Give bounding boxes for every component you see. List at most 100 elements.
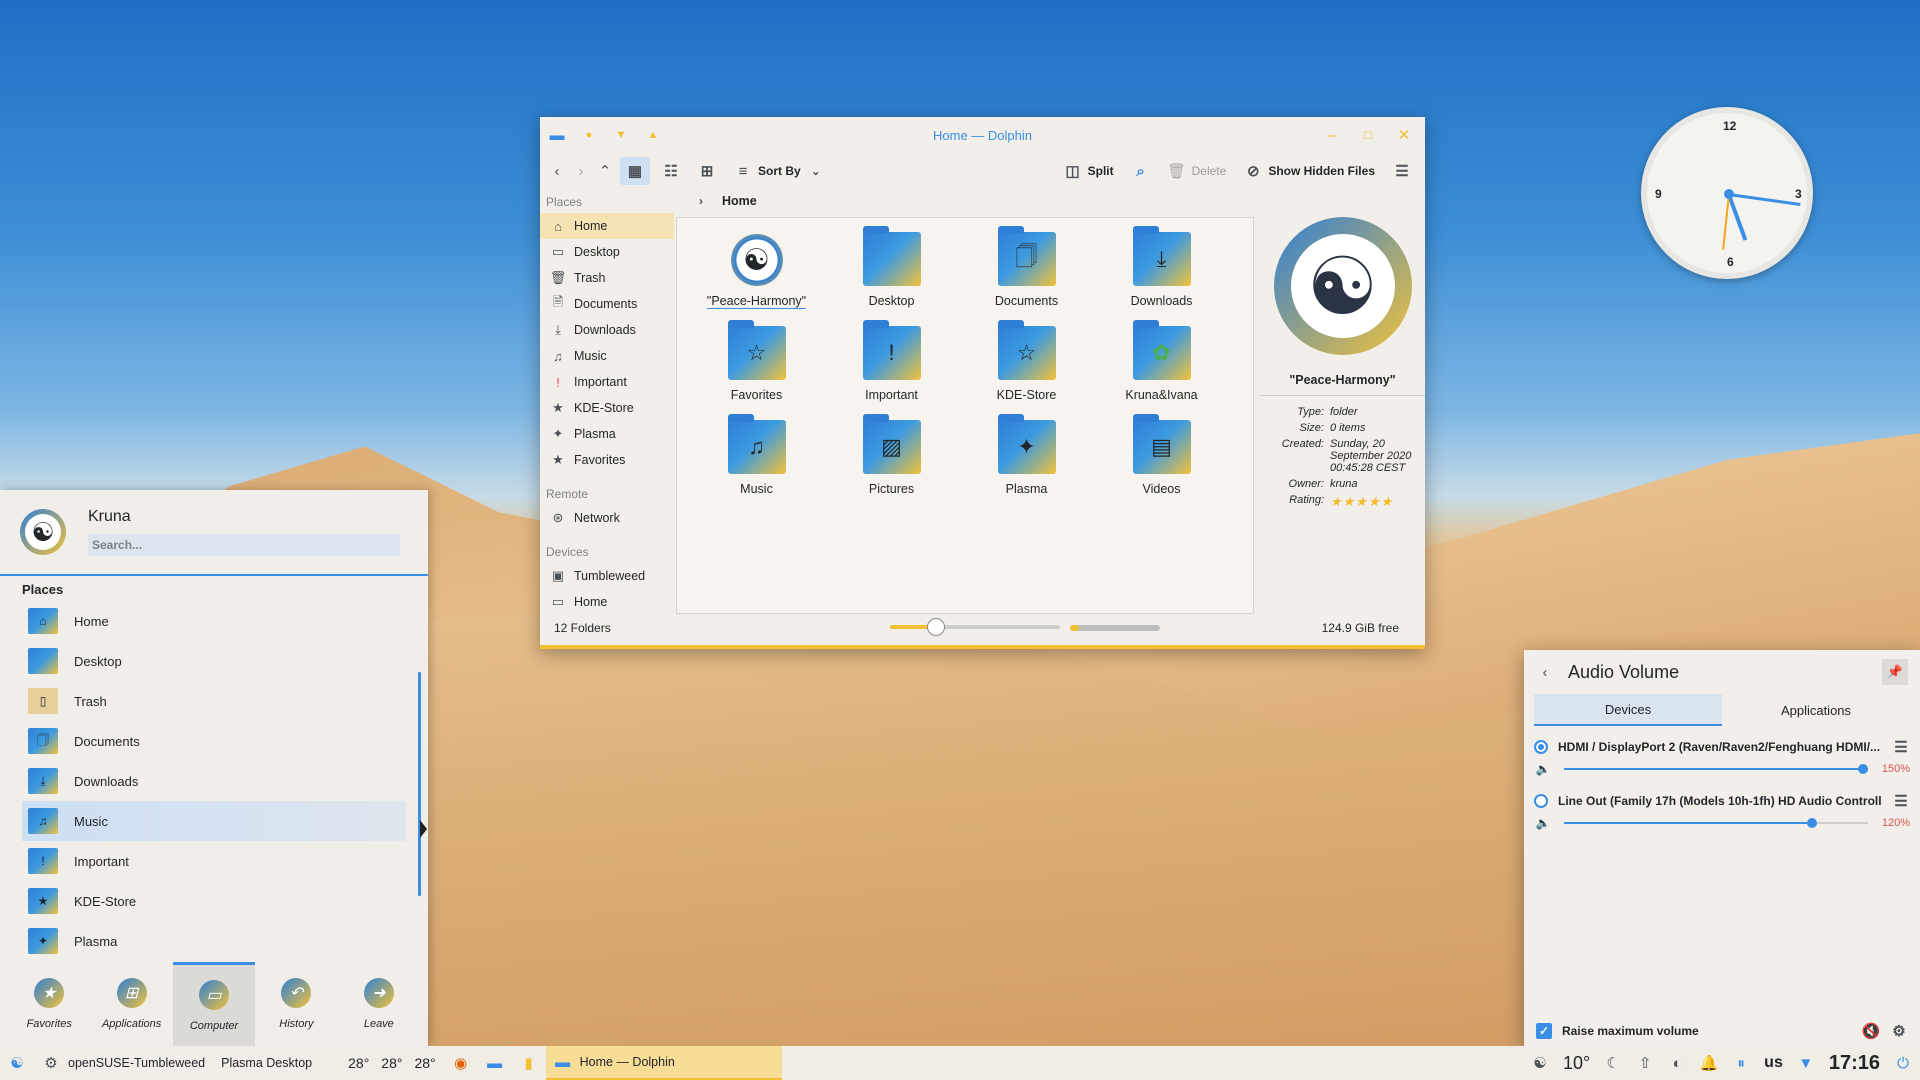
night-color-icon[interactable]: ☾ [1604, 1054, 1622, 1072]
firefox-launcher[interactable]: ◉ [444, 1046, 478, 1080]
breadcrumb[interactable]: › Home [680, 189, 757, 213]
rating-stars[interactable]: ★★★★★ [1330, 494, 1425, 510]
mute-icon[interactable]: 🔇 [1862, 1022, 1881, 1040]
compact-view-button[interactable]: ☷ [656, 157, 686, 185]
places-item-trash[interactable]: 🗑 Trash [540, 265, 674, 291]
hamburger-icon[interactable]: ☰ [1892, 792, 1910, 810]
file-item[interactable]: ♫ Music [689, 414, 824, 510]
places-item-favorites[interactable]: ★ Favorites [540, 447, 674, 473]
minimize-icon[interactable]: – [1323, 126, 1341, 144]
tab-leave[interactable]: ➜ Leave [338, 962, 420, 1046]
weather-temperature[interactable]: 10° [1563, 1053, 1590, 1074]
zoom-slider[interactable] [890, 618, 1060, 636]
volume-slider[interactable] [1564, 764, 1868, 774]
keyboard-layout[interactable]: us [1764, 1054, 1783, 1072]
analog-clock-widget[interactable]: 12 3 6 9 [1641, 107, 1813, 279]
volume-slider[interactable] [1564, 818, 1868, 828]
volume-slider-handle[interactable] [1858, 764, 1868, 774]
file-item[interactable]: ☆ KDE-Store [959, 320, 1094, 416]
hamburger-icon[interactable]: ☰ [1892, 738, 1910, 756]
places-item-downloads[interactable]: ⤓ Downloads [540, 317, 674, 343]
scrollbar[interactable] [418, 672, 421, 896]
updates-icon[interactable]: ⇧ [1636, 1054, 1654, 1072]
file-view[interactable]: ☯ "Peace-Harmony" Desktop 🗍 Documents ⤓ Dow… [676, 217, 1254, 614]
file-manager-launcher[interactable]: ▬ [478, 1046, 512, 1080]
search-input[interactable]: Search... [88, 534, 400, 556]
file-item[interactable]: ▨ Pictures [824, 414, 959, 510]
zoom-slider-handle[interactable] [926, 618, 945, 636]
places-item-kde-store[interactable]: ★ KDE-Store [540, 395, 674, 421]
menu-item-home[interactable]: ⌂ Home [22, 601, 406, 641]
tab-devices[interactable]: Devices [1534, 694, 1722, 726]
speaker-icon[interactable]: 🔈 [1534, 814, 1552, 832]
menu-item-downloads[interactable]: ⤓ Downloads [22, 761, 406, 801]
hamburger-menu-button[interactable]: ☰ [1387, 157, 1417, 185]
pause-icon[interactable]: ⏸ [1732, 1054, 1750, 1072]
places-item-important[interactable]: ! Important [540, 369, 674, 395]
dolphin-window[interactable]: ▬ ● ▼ ▲ Home — Dolphin – □ ✕ ‹ › ⌃ ▦ ☷ ⊞… [540, 117, 1425, 649]
file-item[interactable]: ▤ Videos [1094, 414, 1229, 510]
tray-expand-icon[interactable]: ▼ [1797, 1054, 1815, 1072]
back-icon[interactable]: ‹ [1536, 663, 1554, 681]
places-item-home[interactable]: ⌂ Home [540, 213, 674, 239]
launcher-button[interactable]: ☯ [0, 1046, 34, 1080]
menu-item-music[interactable]: ♫ Music [22, 801, 406, 841]
device-item-tumbleweed[interactable]: ▣ Tumbleweed [540, 563, 674, 589]
places-item-music[interactable]: ♫ Music [540, 343, 674, 369]
brightness-icon[interactable]: ◐ [1668, 1054, 1686, 1072]
menu-item-plasma[interactable]: ✦ Plasma [22, 921, 406, 961]
title-bar[interactable]: ▬ ● ▼ ▲ Home — Dolphin – □ ✕ [540, 117, 1425, 153]
yin-yang-icon[interactable]: ☯ [1531, 1054, 1549, 1072]
menu-item-important[interactable]: ! Important [22, 841, 406, 881]
pin-icon[interactable]: 📌 [1882, 659, 1908, 685]
default-device-radio[interactable] [1534, 794, 1548, 808]
pager[interactable]: ▮ [512, 1046, 546, 1080]
menu-item-trash[interactable]: ▯ Trash [22, 681, 406, 721]
power-icon[interactable]: ⏻ [1894, 1054, 1912, 1072]
file-item[interactable]: ✿ Kruna&Ivana [1094, 320, 1229, 416]
avatar[interactable]: ☯ [20, 509, 66, 555]
settings-sliders-icon[interactable]: ⚙ [1890, 1022, 1908, 1040]
task-home-dolphin[interactable]: ▬ Home — Dolphin [545, 1046, 782, 1080]
audio-volume-popup[interactable]: ‹ Audio Volume 📌 Devices Applications HD… [1524, 650, 1920, 1046]
file-item[interactable]: ! Important [824, 320, 959, 416]
menu-item-desktop[interactable]: Desktop [22, 641, 406, 681]
close-icon[interactable]: ✕ [1395, 126, 1413, 144]
places-item-plasma[interactable]: ✦ Plasma [540, 421, 674, 447]
search-button[interactable]: ⌕ [1126, 157, 1156, 185]
application-launcher[interactable]: ☯ Kruna Search... Places ⌂ Home Desktop ▯… [0, 490, 428, 1046]
file-item[interactable]: ☆ Favorites [689, 320, 824, 416]
back-icon[interactable]: ‹ [548, 162, 566, 180]
menu-item-documents[interactable]: 🗍 Documents [22, 721, 406, 761]
places-item-network[interactable]: ⊛ Network [540, 505, 674, 531]
sort-by-button[interactable]: ≡ Sort By ⌄ [728, 157, 831, 185]
digital-clock[interactable]: 17:16 [1829, 1052, 1880, 1075]
tab-computer[interactable]: ▭ Computer [172, 962, 256, 1046]
details-view-button[interactable]: ⊞ [692, 157, 722, 185]
breadcrumb-home[interactable]: Home [722, 194, 757, 208]
default-device-radio[interactable] [1534, 740, 1548, 754]
tab-applications[interactable]: Applications [1722, 694, 1910, 726]
file-item[interactable]: ⤓ Downloads [1094, 226, 1229, 322]
forward-icon[interactable]: › [572, 162, 590, 180]
tab-history[interactable]: ↶ History [255, 962, 337, 1046]
split-button[interactable]: ◫ Split [1058, 157, 1120, 185]
file-item[interactable]: Desktop [824, 226, 959, 322]
show-hidden-files-button[interactable]: ⊘ Show Hidden Files [1238, 157, 1381, 185]
maximize-icon[interactable]: □ [1359, 126, 1377, 144]
notification-bell-icon[interactable]: 🔔 [1700, 1054, 1719, 1072]
file-item[interactable]: ✦ Plasma [959, 414, 1094, 510]
temperature-widget[interactable]: 28° 28° 28° [340, 1046, 444, 1080]
up-icon[interactable]: ⌃ [596, 162, 614, 180]
places-item-desktop[interactable]: ▭ Desktop [540, 239, 674, 265]
raise-volume-checkbox[interactable]: ✓ [1536, 1023, 1552, 1039]
file-item[interactable]: ☯ "Peace-Harmony" [689, 228, 824, 322]
speaker-icon[interactable]: 🔈 [1534, 760, 1552, 778]
menu-item-kde-store[interactable]: ★ KDE-Store [22, 881, 406, 921]
tab-applications[interactable]: ⊞ Applications [90, 962, 172, 1046]
tab-favorites[interactable]: ★ Favorites [8, 962, 90, 1046]
file-item[interactable]: 🗍 Documents [959, 226, 1094, 322]
icons-view-button[interactable]: ▦ [620, 157, 650, 185]
volume-slider-handle[interactable] [1807, 818, 1818, 828]
delete-button[interactable]: 🗑 Delete [1162, 157, 1233, 185]
